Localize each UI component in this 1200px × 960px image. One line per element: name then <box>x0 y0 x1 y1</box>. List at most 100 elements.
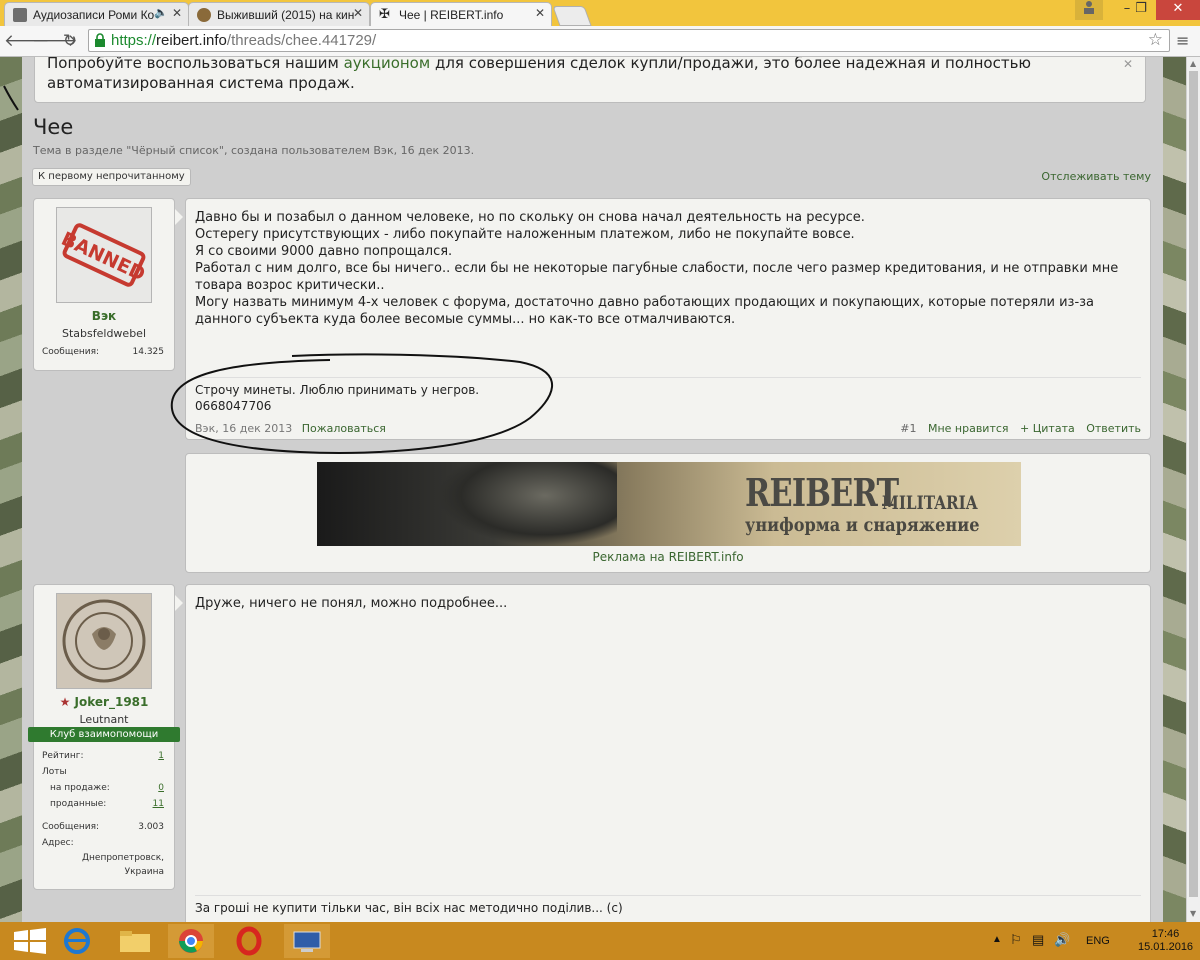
ad-caption-link[interactable]: Реклама на REIBERT.info <box>186 550 1150 564</box>
menu-icon[interactable]: ≡ <box>1176 31 1189 50</box>
windows-start-icon[interactable] <box>8 924 54 958</box>
scroll-thumb[interactable] <box>1189 71 1198 897</box>
show-hidden-icons-icon[interactable]: ▲ <box>992 934 1002 945</box>
clock-time: 17:46 <box>1151 928 1180 940</box>
quote-link[interactable]: + Цитата <box>1020 422 1075 435</box>
sold-stat: проданные: 11 <box>50 799 164 809</box>
windows-taskbar: ▲ ⚐ ▤ 🔊 ENG 17:46 15.01.2016 <box>0 922 1200 960</box>
file-explorer-icon[interactable] <box>112 924 158 958</box>
camo-background <box>0 57 22 922</box>
message-body: Давно бы и позабыл о данном человеке, но… <box>195 209 1141 328</box>
close-icon[interactable]: ✕ <box>172 6 182 20</box>
close-icon[interactable]: ✕ <box>1123 57 1133 74</box>
stat-value: 3.003 <box>138 822 164 832</box>
address-value: Днепропетровск, Украина <box>82 853 164 877</box>
close-window-button[interactable]: ✕ <box>1156 0 1200 20</box>
for-sale-stat: на продаже: 0 <box>50 783 164 793</box>
browser-toolbar: 🡐 🡒 ↻ https://reibert.info/threads/chee.… <box>0 26 1200 57</box>
chrome-icon[interactable] <box>168 924 214 958</box>
reibert-seal-icon <box>57 594 151 688</box>
bookmark-star-icon[interactable]: ☆ <box>1148 30 1163 50</box>
message-line: Остерегу присутствующих - либо покупайте… <box>195 227 855 242</box>
language-indicator[interactable]: ENG <box>1086 935 1110 947</box>
tab-reibert[interactable]: ✠ Чее | REIBERT.info ✕ <box>370 2 552 26</box>
signature: За гроші не купити тільки час, він всіх … <box>195 895 1141 916</box>
video-icon <box>13 8 27 22</box>
face-icon <box>197 8 211 22</box>
maximize-button[interactable]: ❐ <box>1126 0 1156 20</box>
notice-text: Попробуйте воспользоваться нашим <box>47 57 344 72</box>
rating-link[interactable]: 1 <box>158 751 164 761</box>
close-icon[interactable]: ✕ <box>535 6 545 20</box>
ad-banner[interactable]: REIBERT MILITARIA униформа и снаряжение <box>317 462 1021 546</box>
tab-title: Чее | REIBERT.info <box>399 8 504 22</box>
post-date[interactable]: Вэк, 16 дек 2013 <box>195 422 292 435</box>
user-title: Stabsfeldwebel <box>62 327 146 340</box>
vertical-scrollbar[interactable]: ▲ ▼ <box>1186 57 1200 922</box>
forum-content: Попробуйте воспользоваться нашим аукцион… <box>22 57 1163 922</box>
message-footer: Вэк, 16 дек 2013 Пожаловаться #1 Мне нра… <box>195 422 1141 435</box>
lots-stat: Лоты <box>42 767 164 777</box>
remote-desktop-icon[interactable] <box>284 924 330 958</box>
stat-label: Сообщения: <box>42 347 100 357</box>
opera-icon[interactable] <box>226 924 272 958</box>
report-link[interactable]: Пожаловаться <box>302 422 386 435</box>
for-sale-link[interactable]: 0 <box>158 783 164 793</box>
person-icon <box>1084 1 1094 14</box>
stat-label: Рейтинг: <box>42 751 84 761</box>
new-tab-button[interactable] <box>552 6 592 26</box>
speaker-icon[interactable]: 🔈 <box>154 6 168 19</box>
avatar[interactable]: BANNED <box>56 207 152 303</box>
post-message: Давно бы и позабыл о данном человеке, но… <box>185 198 1151 440</box>
lock-icon <box>95 33 105 47</box>
internet-explorer-icon[interactable] <box>54 924 100 958</box>
message-line: Друже, ничего не понял, можно подробнее.… <box>195 596 508 611</box>
clock-date: 15.01.2016 <box>1138 941 1194 953</box>
like-link[interactable]: Мне нравится <box>928 422 1009 435</box>
back-button[interactable]: 🡐 <box>4 30 50 52</box>
rating-stat: Рейтинг: 1 <box>42 751 164 761</box>
username[interactable]: Вэк <box>34 309 174 323</box>
sold-link[interactable]: 11 <box>153 799 164 809</box>
ad-block: REIBERT MILITARIA униформа и снаряжение … <box>185 453 1151 573</box>
forward-button[interactable]: 🡒 <box>32 30 78 52</box>
watch-thread-link[interactable]: Отслеживать тему <box>1041 170 1151 183</box>
tab-movie[interactable]: Выживший (2015) на кин ✕ <box>188 2 370 26</box>
user-messages-stat: Сообщения: 14.325 <box>42 347 164 357</box>
scroll-up-icon[interactable]: ▲ <box>1190 59 1196 68</box>
user-panel: BANNED Вэк Stabsfeldwebel Сообщения: 14.… <box>33 198 183 371</box>
volume-icon[interactable]: 🔊 <box>1054 932 1070 948</box>
post-number-link[interactable]: #1 <box>900 422 916 435</box>
message-line: Могу назвать минимум 4-х человек с форум… <box>195 295 1095 327</box>
user-panel: ★ Joker_1981 Leutnant Клуб взаимопомощи … <box>28 584 183 890</box>
reply-link[interactable]: Ответить <box>1086 422 1141 435</box>
stat-value: 14.325 <box>132 347 165 357</box>
stat-label: на продаже: <box>50 783 110 793</box>
banned-stamp-icon: BANNED <box>57 208 151 302</box>
auction-notice: Попробуйте воспользоваться нашим аукцион… <box>34 57 1146 103</box>
clock[interactable]: 17:46 15.01.2016 <box>1138 928 1193 954</box>
profile-button[interactable] <box>1075 0 1103 20</box>
address-bar[interactable]: https://reibert.info/threads/chee.441729… <box>88 29 1170 52</box>
star-icon: ★ <box>59 695 75 709</box>
avatar[interactable] <box>56 593 152 689</box>
iron-cross-icon: ✠ <box>379 6 390 21</box>
signature-line: Строчу минеты. Люблю принимать у негров. <box>195 383 480 397</box>
signature-line: За гроші не купити тільки час, він всіх … <box>195 901 623 915</box>
stat-label: Лоты <box>42 767 67 777</box>
close-icon[interactable]: ✕ <box>353 6 363 20</box>
thread-meta: Тема в разделе "Чёрный список", создана … <box>33 144 475 157</box>
reload-button[interactable]: ↻ <box>59 30 81 52</box>
first-unread-button[interactable]: К первому непрочитанному <box>32 168 191 186</box>
flag-icon[interactable]: ⚐ <box>1010 932 1022 948</box>
auction-link[interactable]: аукционом <box>344 57 431 72</box>
message-line: Я со своими 9000 давно попрощался. <box>195 244 453 259</box>
tab-title: Аудиозаписи Роми Ко <box>33 8 155 22</box>
username[interactable]: ★ Joker_1981 <box>34 695 174 709</box>
scroll-down-icon[interactable]: ▼ <box>1190 909 1196 918</box>
network-icon[interactable]: ▤ <box>1032 932 1044 948</box>
club-badge: Клуб взаимопомощи <box>28 727 180 742</box>
message-line: Давно бы и позабыл о данном человеке, но… <box>195 210 865 225</box>
tab-audio[interactable]: Аудиозаписи Роми Ко 🔈 ✕ <box>4 2 189 26</box>
message-line: Работал с ним долго, все бы ничего.. есл… <box>195 261 1119 293</box>
